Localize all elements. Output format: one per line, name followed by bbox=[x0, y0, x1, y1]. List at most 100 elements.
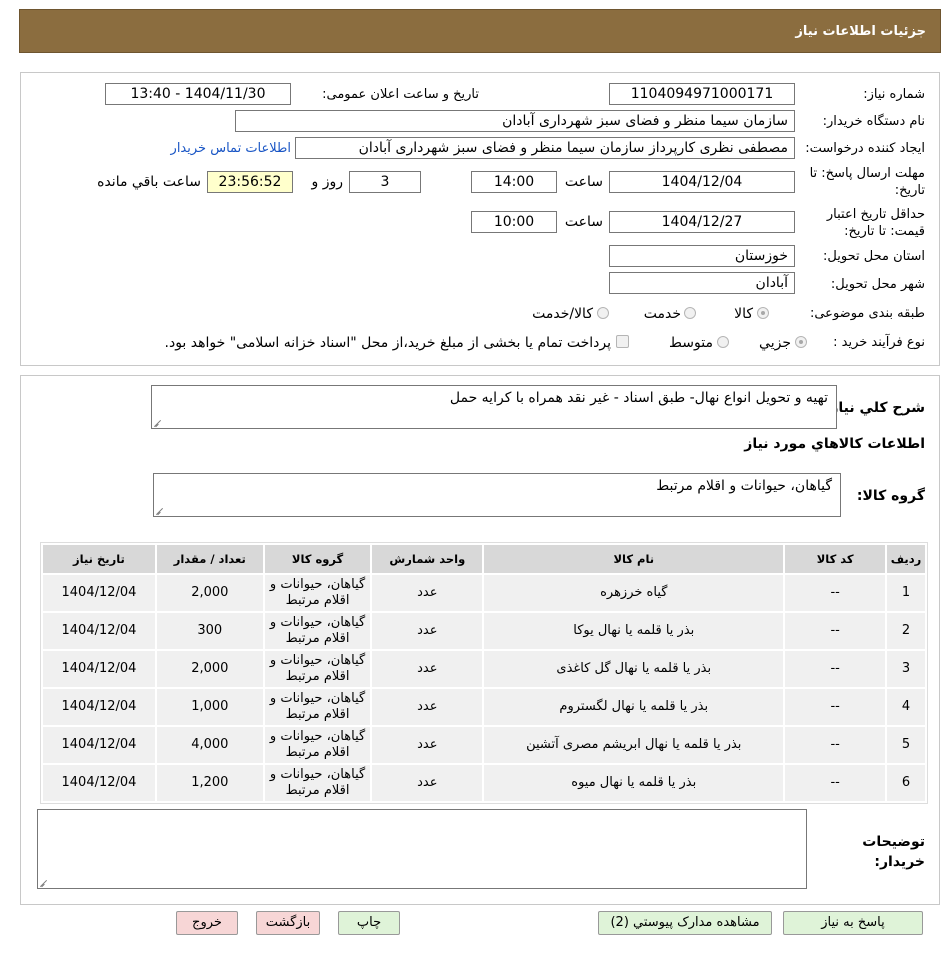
validity-label: حداقل تاریخ اعتبار قیمت: تا تاریخ: bbox=[826, 207, 925, 239]
category-option-service: خدمت bbox=[643, 306, 681, 322]
announce-datetime-field[interactable]: 1404/11/30 - 13:40 bbox=[105, 83, 291, 105]
deadline-label: مهلت ارسال پاسخ: تا تاریخ: bbox=[809, 166, 925, 198]
province-label: استان محل تحویل: bbox=[823, 249, 925, 264]
deadline-time-field[interactable]: 14:00 bbox=[471, 171, 557, 193]
cell-goods-name: بذر یا قلمه یا نهال ابریشم مصری آتشین bbox=[484, 727, 784, 763]
buyer-org-field[interactable]: سازمان سیما منظر و فضای سبز شهرداری آباد… bbox=[235, 110, 795, 132]
category-radio-goods[interactable] bbox=[757, 307, 769, 319]
cell-goods-group: گیاهان، حیوانات و اقلام مرتبط bbox=[264, 689, 371, 725]
process-radio-minor[interactable] bbox=[795, 336, 807, 348]
category-radio-goods-service[interactable] bbox=[597, 307, 609, 319]
process-label: نوع فرآیند خرید : bbox=[833, 335, 925, 350]
days-label: روز و bbox=[311, 174, 344, 190]
cell-need-date: 1404/12/04 bbox=[43, 689, 155, 725]
goods-group-label: گروه كالا: bbox=[856, 488, 925, 504]
need-number-field[interactable]: 1104094971000171 bbox=[609, 83, 795, 105]
cell-goods-code: -- bbox=[785, 689, 886, 725]
column-header: تاریخ نیاز bbox=[43, 545, 155, 573]
cell-goods-code: -- bbox=[785, 575, 886, 611]
validity-time-field[interactable]: 10:00 bbox=[471, 211, 557, 233]
buyer-notes-textarea[interactable] bbox=[37, 809, 807, 889]
goods-info-title: اطلاعات كالاهاي مورد نیاز bbox=[744, 436, 925, 452]
announce-label: تاریخ و ساعت اعلان عمومی: bbox=[322, 87, 479, 102]
deadline-date-field[interactable]: 1404/12/04 bbox=[609, 171, 795, 193]
column-header: نام کالا bbox=[484, 545, 784, 573]
cell-quantity: 2,000 bbox=[156, 575, 263, 611]
goods-group-textarea[interactable]: گیاهان، حیوانات و اقلام مرتبط bbox=[153, 473, 841, 517]
buyer-notes-label: توضیحات خریدار: bbox=[862, 834, 925, 870]
category-radio-service[interactable] bbox=[684, 307, 696, 319]
table-row: 4 -- بذر یا قلمه یا نهال لگستروم عدد گیا… bbox=[43, 689, 925, 725]
cell-goods-name: گیاه خرزهره bbox=[484, 575, 784, 611]
treasury-note: پرداخت تمام یا بخشی از مبلغ خرید،از محل … bbox=[164, 335, 611, 351]
category-option-goods: کالا bbox=[734, 306, 753, 322]
cell-row-number: 1 bbox=[887, 575, 925, 611]
goods-panel: شرح كلي نیاز: تهیه و تحویل انواع نهال- ط… bbox=[20, 375, 940, 905]
back-button[interactable]: بازگشت bbox=[256, 911, 320, 935]
cell-unit: عدد bbox=[372, 765, 483, 801]
buyer-org-label: نام دستگاه خریدار: bbox=[822, 114, 925, 129]
city-field[interactable]: آبادان bbox=[609, 272, 795, 294]
cell-need-date: 1404/12/04 bbox=[43, 727, 155, 763]
treasury-checkbox[interactable] bbox=[616, 335, 629, 348]
city-label: شهر محل تحویل: bbox=[830, 277, 925, 292]
cell-unit: عدد bbox=[372, 613, 483, 649]
cell-goods-name: بذر یا قلمه یا نهال گل کاغذی bbox=[484, 651, 784, 687]
buyer-contact-link[interactable]: اطلاعات تماس خریدار bbox=[171, 141, 291, 156]
cell-unit: عدد bbox=[372, 651, 483, 687]
days-remaining-field[interactable]: 3 bbox=[349, 171, 421, 193]
validity-time-label: ساعت bbox=[564, 214, 603, 230]
cell-goods-name: بذر یا قلمه یا نهال لگستروم bbox=[484, 689, 784, 725]
process-radio-medium[interactable] bbox=[717, 336, 729, 348]
summary-textarea[interactable]: تهیه و تحویل انواع نهال- طبق اسناد - غیر… bbox=[151, 385, 837, 429]
cell-goods-name: بذر یا قلمه یا نهال یوکا bbox=[484, 613, 784, 649]
process-option-medium: متوسط bbox=[669, 335, 713, 351]
page-header: جزئیات اطلاعات نیاز bbox=[19, 9, 941, 53]
print-button[interactable]: چاپ bbox=[338, 911, 400, 935]
cell-goods-group: گیاهان، حیوانات و اقلام مرتبط bbox=[264, 575, 371, 611]
cell-quantity: 1,200 bbox=[156, 765, 263, 801]
process-option-minor: جزيي bbox=[759, 335, 791, 351]
deadline-time-label: ساعت bbox=[564, 174, 603, 190]
cell-goods-code: -- bbox=[785, 651, 886, 687]
cell-row-number: 2 bbox=[887, 613, 925, 649]
resize-grip-icon[interactable] bbox=[40, 879, 48, 887]
cell-quantity: 4,000 bbox=[156, 727, 263, 763]
table-row: 1 -- گیاه خرزهره عدد گیاهان، حیوانات و ا… bbox=[43, 575, 925, 611]
cell-need-date: 1404/12/04 bbox=[43, 613, 155, 649]
requester-label: ایجاد کننده درخواست: bbox=[805, 141, 925, 156]
remaining-time-field: 23:56:52 bbox=[207, 171, 293, 193]
province-field[interactable]: خوزستان bbox=[609, 245, 795, 267]
reply-button[interactable]: پاسخ به نیاز bbox=[783, 911, 923, 935]
goods-group-text: گیاهان، حیوانات و اقلام مرتبط bbox=[656, 478, 832, 494]
cell-row-number: 4 bbox=[887, 689, 925, 725]
table-row: 2 -- بذر یا قلمه یا نهال یوکا عدد گیاهان… bbox=[43, 613, 925, 649]
page-title: جزئیات اطلاعات نیاز bbox=[795, 23, 926, 39]
resize-grip-icon[interactable] bbox=[156, 507, 164, 515]
cell-need-date: 1404/12/04 bbox=[43, 765, 155, 801]
cell-goods-group: گیاهان، حیوانات و اقلام مرتبط bbox=[264, 651, 371, 687]
validity-date-field[interactable]: 1404/12/27 bbox=[609, 211, 795, 233]
view-attachments-button[interactable]: مشاهده مدارک پیوستي (2) bbox=[598, 911, 772, 935]
requester-field[interactable]: مصطفی نظری کارپرداز سازمان سیما منظر و ف… bbox=[295, 137, 795, 159]
category-label: طبقه بندی موضوعی: bbox=[809, 306, 925, 321]
cell-goods-group: گیاهان، حیوانات و اقلام مرتبط bbox=[264, 765, 371, 801]
table-row: 6 -- بذر یا قلمه یا نهال میوه عدد گیاهان… bbox=[43, 765, 925, 801]
cell-goods-group: گیاهان، حیوانات و اقلام مرتبط bbox=[264, 727, 371, 763]
need-number-label: شماره نیاز: bbox=[863, 87, 925, 102]
cell-quantity: 2,000 bbox=[156, 651, 263, 687]
resize-grip-icon[interactable] bbox=[154, 419, 162, 427]
category-option-goods-service: کالا/خدمت bbox=[532, 306, 593, 322]
exit-button[interactable]: خروج bbox=[176, 911, 238, 935]
cell-goods-code: -- bbox=[785, 765, 886, 801]
cell-goods-group: گیاهان، حیوانات و اقلام مرتبط bbox=[264, 613, 371, 649]
cell-row-number: 5 bbox=[887, 727, 925, 763]
column-header: گروه کالا bbox=[264, 545, 371, 573]
cell-quantity: 1,000 bbox=[156, 689, 263, 725]
column-header: تعداد / مقدار bbox=[156, 545, 263, 573]
cell-row-number: 3 bbox=[887, 651, 925, 687]
cell-row-number: 6 bbox=[887, 765, 925, 801]
remaining-time-label: ساعت باقي مانده bbox=[97, 174, 201, 190]
summary-text: تهیه و تحویل انواع نهال- طبق اسناد - غیر… bbox=[449, 390, 828, 406]
cell-unit: عدد bbox=[372, 727, 483, 763]
